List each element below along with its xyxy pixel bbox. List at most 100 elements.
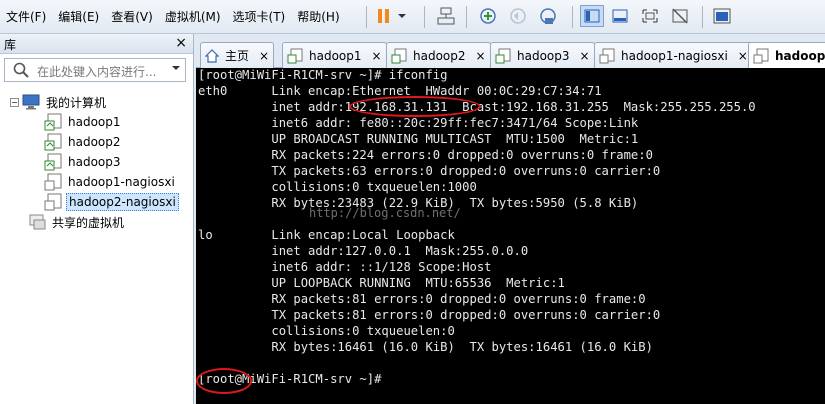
watermark-text: http://blog.csdn.net/ (309, 206, 461, 220)
tree-label-vm: hadoop1-nagiosxi (68, 175, 175, 189)
terminal-line: collisions:0 txqueuelen:0 (198, 324, 455, 338)
computer-icon (22, 94, 40, 110)
console-view-button[interactable] (710, 5, 734, 27)
terminal-line: inet6 addr: ::1/128 Scope:Host (198, 260, 492, 274)
menu-vm[interactable]: 虚拟机(M) (159, 0, 227, 34)
vm-icon (287, 48, 303, 63)
annotation-ellipse-root (196, 368, 252, 394)
pause-icon (378, 9, 389, 23)
annotation-ellipse-ip (349, 96, 481, 117)
snapshot-add-icon (480, 8, 496, 24)
revert-snapshot-button[interactable] (506, 5, 530, 27)
tab-vm[interactable]: hadoop1 × (282, 42, 387, 68)
vm-icon (495, 48, 511, 63)
terminal-line: lo Link encap:Local Loopback (198, 228, 455, 242)
menu-file[interactable]: 文件(F) (0, 0, 52, 34)
tab-vm-active[interactable]: hadoop2 (748, 42, 825, 69)
vm-icon (44, 113, 62, 131)
terminal-line: RX bytes:16461 (16.0 KiB) TX bytes:16461… (198, 340, 653, 354)
tab-vm[interactable]: hadoop3 × (490, 42, 595, 68)
full-screen-button[interactable] (638, 5, 662, 27)
thumbnail-bar-button[interactable] (608, 5, 632, 27)
home-icon (205, 48, 219, 63)
unity-button[interactable] (668, 5, 692, 27)
library-panel: 库 × 在此处键入内容进行... − 我的计算机 hadoop1 hadoop2… (0, 34, 194, 404)
terminal-line: TX packets:63 errors:0 dropped:0 overrun… (198, 164, 661, 178)
toolbar-separator (424, 6, 425, 28)
vm-icon (391, 48, 407, 63)
library-view-icon (584, 9, 600, 23)
vm-off-icon (753, 48, 769, 64)
show-library-button[interactable] (580, 5, 604, 27)
tree-label-vm: hadoop3 (68, 155, 121, 169)
tab-label: 主页 (225, 49, 250, 63)
menu-tabs[interactable]: 选项卡(T) (227, 0, 292, 34)
search-placeholder: 在此处键入内容进行... (37, 65, 157, 79)
pause-dropdown-button[interactable] (394, 5, 410, 27)
tab-close-button[interactable]: × (259, 49, 269, 63)
tree-label-vm: hadoop2 (68, 135, 121, 149)
tab-close-button[interactable]: × (476, 49, 486, 63)
vm-icon (44, 153, 62, 171)
vm-tab-bar: 主页 × hadoop1 × hadoop2 × hadoop3 × hadoo… (196, 40, 825, 69)
toolbar-separator (702, 6, 703, 28)
vm-off-icon (44, 193, 62, 211)
terminal-line: UP LOOPBACK RUNNING MTU:65536 Metric:1 (198, 276, 565, 290)
library-header: 库 × (0, 34, 193, 54)
library-search-input[interactable]: 在此处键入内容进行... (4, 58, 186, 82)
library-close-button[interactable]: × (175, 34, 187, 52)
vm-off-icon (599, 48, 615, 63)
tab-label: hadoop2 (413, 48, 466, 63)
shared-vm-icon (29, 214, 46, 230)
terminal-line: RX packets:81 errors:0 dropped:0 overrun… (198, 292, 646, 306)
tree-item-vm[interactable]: hadoop2 (44, 132, 123, 152)
tree-item-vm[interactable]: hadoop1-nagiosxi (44, 172, 177, 192)
toolbar-separator (572, 6, 573, 28)
terminal-line: collisions:0 txqueuelen:1000 (198, 180, 477, 194)
tab-label: hadoop1 (309, 48, 362, 63)
vm-console[interactable]: [root@MiWiFi-R1CM-srv ~]# ifconfig eth0 … (196, 68, 825, 404)
snapshot-manager-icon (540, 8, 556, 24)
chevron-down-icon[interactable] (171, 63, 181, 73)
menu-toolbar-bar: 文件(F) 编辑(E) 查看(V) 虚拟机(M) 选项卡(T) 帮助(H) (0, 0, 825, 34)
tree-item-vm[interactable]: hadoop1 (44, 112, 123, 132)
tree-collapse-toggle[interactable]: − (10, 97, 19, 107)
chevron-down-icon (398, 14, 406, 18)
tree-item-vm[interactable]: hadoop3 (44, 152, 123, 172)
snapshot-manager-button[interactable] (536, 5, 560, 27)
vm-icon (44, 133, 62, 151)
search-icon (13, 62, 29, 78)
terminal-line: RX packets:224 errors:0 dropped:0 overru… (198, 148, 653, 162)
network-icon (437, 7, 455, 25)
tree-item-shared-vms[interactable]: 共享的虚拟机 (28, 212, 126, 232)
tab-label: hadoop1-nagiosxi (621, 48, 728, 63)
toolbar-separator (466, 6, 467, 28)
tab-close-button[interactable]: × (580, 49, 590, 63)
take-snapshot-button[interactable] (476, 5, 500, 27)
unity-disabled-icon (672, 8, 688, 24)
tab-home[interactable]: 主页 × (200, 42, 275, 68)
tab-close-button[interactable]: × (738, 49, 748, 63)
menu-view[interactable]: 查看(V) (105, 0, 159, 34)
toolbar-separator (366, 6, 367, 28)
tree-item-my-computer[interactable]: − 我的计算机 (10, 92, 108, 112)
send-keys-button[interactable] (434, 5, 458, 27)
terminal-line: UP BROADCAST RUNNING MULTICAST MTU:1500 … (198, 132, 639, 146)
terminal-line: inet6 addr: fe80::20c:29ff:fec7:3471/64 … (198, 116, 639, 130)
console-view-icon (713, 8, 731, 24)
tree-label-my-computer: 我的计算机 (46, 95, 107, 110)
library-title: 库 (4, 38, 17, 52)
tab-vm[interactable]: hadoop2 × (386, 42, 491, 68)
tab-vm[interactable]: hadoop1-nagiosxi × (594, 42, 753, 68)
vm-off-icon (44, 173, 62, 191)
tab-close-button[interactable]: × (372, 49, 382, 63)
snapshot-revert-icon (510, 8, 526, 24)
menu-edit[interactable]: 编辑(E) (52, 0, 105, 34)
terminal-line: TX packets:81 errors:0 dropped:0 overrun… (198, 308, 661, 322)
tree-item-vm-selected[interactable]: hadoop2-nagiosxi (44, 192, 179, 212)
pause-button[interactable] (372, 5, 396, 27)
tree-label-shared-vms: 共享的虚拟机 (52, 215, 125, 230)
menu-help[interactable]: 帮助(H) (291, 0, 345, 34)
terminal-line: [root@MiWiFi-R1CM-srv ~]# ifconfig (198, 68, 448, 82)
tab-label: hadoop3 (517, 48, 570, 63)
